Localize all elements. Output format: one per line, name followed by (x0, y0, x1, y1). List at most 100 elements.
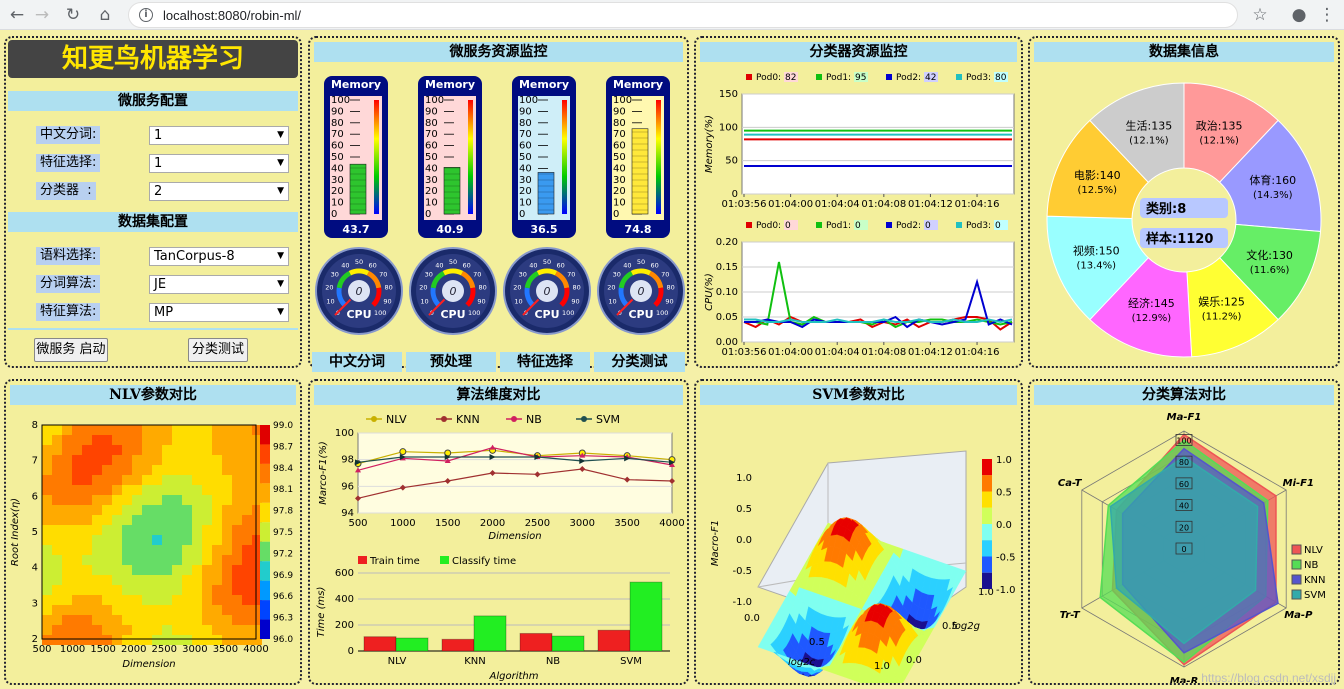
memory-tick-label: 30 (425, 175, 438, 186)
contour-cell (122, 585, 132, 595)
memory-gauge-body: 100 90 80 70 60 50 40 30 20 10 0 (330, 95, 382, 220)
ms-label-segment: 中文分词: (36, 126, 101, 144)
category-label: KNN (464, 656, 486, 667)
address-bar[interactable]: i localhost:8080/robin-ml/ (128, 2, 1238, 28)
contour-cell (122, 495, 132, 505)
contour-cell (72, 485, 82, 495)
memory-gauge-body: 100 90 80 70 60 50 40 30 20 10 0 (612, 95, 664, 220)
dial-color-arc (348, 268, 370, 276)
contour-cell (222, 545, 232, 555)
dial-tick-label: 40 (435, 261, 443, 269)
dial-tick-label: 50 (543, 258, 551, 266)
contour-cell (172, 575, 182, 585)
contour-cell (222, 485, 232, 495)
contour-cell (242, 545, 252, 555)
contour-cell (182, 545, 192, 555)
x-tick-label: 2000 (121, 644, 146, 655)
contour-cell (232, 545, 242, 555)
contour-cell (232, 425, 242, 435)
tab-segment[interactable]: 中文分词 (312, 352, 402, 372)
contour-cell (202, 625, 212, 635)
contour-cell (142, 525, 152, 535)
x-tick-label: 01:04:08 (861, 347, 906, 358)
contour-cell (92, 625, 102, 635)
dial-tick-label: 40 (341, 261, 349, 269)
tab-classify-test[interactable]: 分类测试 (594, 352, 685, 372)
contour-cell (102, 565, 112, 575)
profile-icon[interactable]: ● (1288, 4, 1310, 26)
dial-tick-label: 100 (656, 309, 668, 317)
contour-cell (52, 625, 62, 635)
legend-swatch (816, 74, 822, 80)
colorbar-cell (982, 540, 992, 557)
ms-select-classifier[interactable]: 2 (149, 182, 289, 201)
y-tick-label: 98 (341, 455, 354, 466)
memory-tick-label: 40 (613, 163, 626, 174)
back-icon[interactable]: ← (6, 4, 28, 26)
ms-select-feature[interactable]: 1 (149, 154, 289, 173)
contour-cell (142, 425, 152, 435)
contour-cell (72, 545, 82, 555)
ds-select-corpus[interactable]: TanCorpus-8 (149, 247, 289, 266)
bookmark-star-icon[interactable]: ☆ (1249, 4, 1271, 26)
cpu-chart: Pod0: 0 Pod1: 0 Pod2: 0 Pod3: 00.000.050.100.15… (704, 220, 1015, 358)
ds-config-title: 数据集配置 (8, 212, 298, 232)
colorbar-cell (260, 463, 270, 484)
contour-cell (242, 425, 252, 435)
contour-cell (82, 605, 92, 615)
contour-cell (112, 585, 122, 595)
contour-cell (202, 585, 212, 595)
dashboard: 知更鸟机器学习 微服务配置 中文分词: 1 特征选择: 1 分类器 : 2 数据… (0, 30, 1344, 689)
classify-test-button[interactable]: 分类测试 (188, 338, 248, 362)
memory-tick-label: 70 (331, 129, 344, 140)
ds-select-feature-algo[interactable]: MP (149, 303, 289, 322)
home-icon[interactable]: ⌂ (94, 4, 116, 26)
bar (519, 632, 553, 652)
contour-cell (132, 445, 142, 455)
ds-select-segmenter[interactable]: JE (149, 275, 289, 294)
contour-cell (92, 595, 102, 605)
memory-tick-label: 100 (613, 96, 632, 106)
site-info-icon[interactable]: i (139, 8, 153, 22)
menu-icon[interactable]: ⋮ (1316, 4, 1338, 26)
contour-cell (242, 515, 252, 525)
contour-cell (42, 425, 52, 435)
contour-cell (142, 485, 152, 495)
contour-cell (212, 435, 222, 445)
dial-tick-label: 90 (665, 297, 673, 305)
contour-cell (52, 465, 62, 475)
watermark: https://blog.csdn.net/xsdjj (1201, 671, 1336, 685)
memory-tick-label: 70 (613, 129, 626, 140)
y-tick-label: 100 (719, 122, 738, 133)
contour-cell (142, 595, 152, 605)
tab-preprocess[interactable]: 预处理 (406, 352, 496, 372)
dial-tick-label: 20 (607, 283, 615, 291)
contour-cell (172, 535, 182, 545)
contour-cell (202, 505, 212, 515)
contour-cell (62, 605, 72, 615)
colorbar-label: 96.9 (273, 571, 293, 581)
reload-icon[interactable]: ↻ (62, 4, 84, 26)
colorbar-label: 98.4 (273, 464, 293, 474)
legend-label: NB (526, 413, 542, 426)
forward-icon[interactable]: → (31, 4, 53, 26)
x-tick-label: 1000 (60, 644, 85, 655)
contour-cell (152, 585, 162, 595)
contour-cell (152, 465, 162, 475)
contour-cell (132, 515, 142, 525)
contour-cell (142, 435, 152, 445)
radar-axis-label: Ca-T (1058, 478, 1083, 489)
contour-cell (62, 595, 72, 605)
contour-cell (212, 575, 222, 585)
contour-cell (232, 565, 242, 575)
tab-feature-select[interactable]: 特征选择 (500, 352, 590, 372)
contour-cell (52, 555, 62, 565)
contour-cell (42, 465, 52, 475)
contour-cell (212, 555, 222, 565)
start-service-button[interactable]: 微服务 启动 (34, 338, 108, 362)
dial-tick-label: 10 (326, 297, 334, 305)
bar (441, 638, 475, 652)
contour-cell (202, 535, 212, 545)
ms-select-segment[interactable]: 1 (149, 126, 289, 145)
memory-gauge-value: 43.7 (342, 223, 370, 236)
